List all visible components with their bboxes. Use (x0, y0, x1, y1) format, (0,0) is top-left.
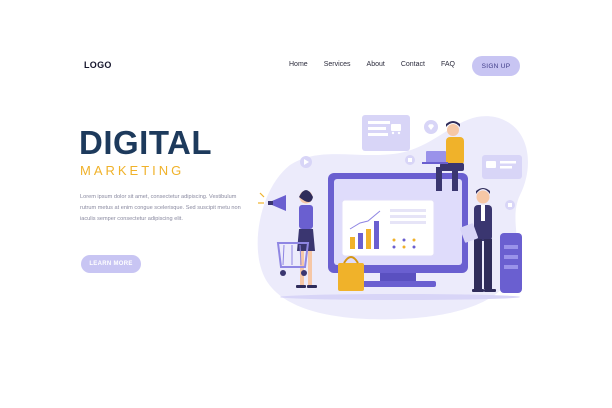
play-icon (300, 156, 312, 168)
site-header: LOGO Home Services About Contact FAQ SIG… (84, 56, 520, 76)
hero-body-text: Lorem ipsum dolor sit amet, consectetur … (80, 194, 241, 222)
nav-contact[interactable]: Contact (401, 61, 425, 68)
nav-home[interactable]: Home (289, 61, 308, 68)
like-icon (405, 155, 415, 165)
nav-about[interactable]: About (367, 61, 385, 68)
chart-card (341, 199, 435, 257)
main-nav: Home Services About Contact FAQ (289, 61, 471, 68)
digital-marketing-illustration (257, 115, 528, 320)
hero-title: DIGITAL (79, 124, 213, 161)
floating-card-cart (362, 115, 410, 151)
nav-services[interactable]: Services (324, 61, 351, 68)
like-icon-right (505, 200, 515, 210)
hero-subtitle: MARKETING (80, 163, 185, 178)
floating-card-cart-right (482, 155, 522, 179)
learn-more-button[interactable]: LEARN MORE (81, 255, 141, 273)
heart-icon (424, 120, 438, 134)
logo[interactable]: LOGO (84, 60, 112, 70)
nav-faq[interactable]: FAQ (441, 61, 455, 68)
signup-button[interactable]: SIGN UP (472, 56, 520, 76)
